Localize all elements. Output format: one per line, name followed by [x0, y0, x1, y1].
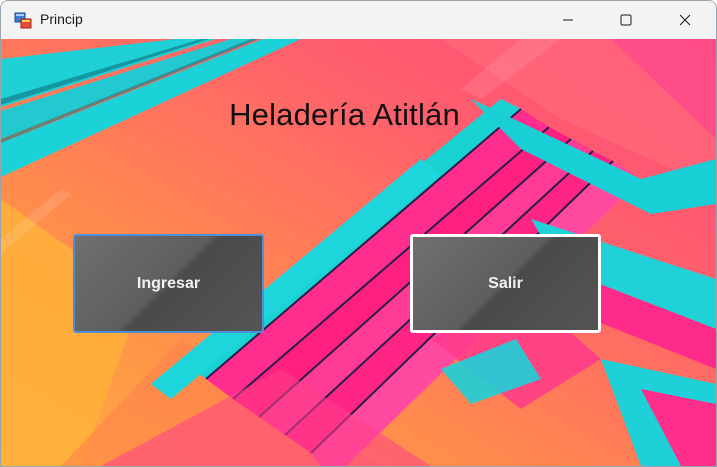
minimize-icon: [563, 19, 573, 21]
minimize-button[interactable]: [539, 1, 597, 39]
maximize-button[interactable]: [597, 1, 655, 39]
window-title: Princip: [40, 11, 83, 27]
form-client-area: Heladería Atitlán Ingresar Salir: [1, 39, 716, 466]
app-icon: [14, 12, 32, 29]
salir-button[interactable]: Salir: [410, 234, 601, 333]
app-window: Princip Heladería Atitlán Ingresar Salir: [0, 0, 717, 467]
maximize-icon: [620, 14, 632, 26]
close-icon: [679, 14, 691, 26]
ingresar-button[interactable]: Ingresar: [73, 234, 264, 333]
page-title: Heladería Atitlán: [229, 97, 460, 132]
title-bar[interactable]: Princip: [1, 1, 716, 39]
close-button[interactable]: [656, 1, 714, 39]
